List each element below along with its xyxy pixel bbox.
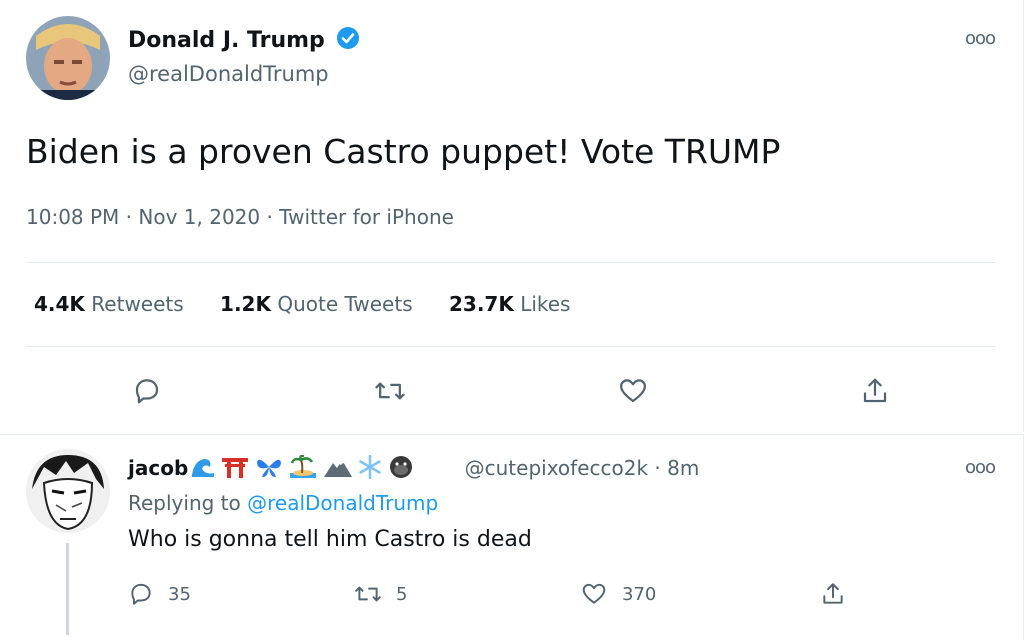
tweet-timestamp[interactable]: 10:08 PM · Nov 1, 2020 · Twitter for iPh… [26, 205, 454, 229]
reply-text: Who is gonna tell him Castro is dead [128, 527, 532, 552]
author-name[interactable]: Donald J. Trump [128, 26, 360, 56]
reply-share-button[interactable] [820, 579, 860, 609]
gorilla-emoji-icon [390, 456, 413, 478]
thread-line [66, 543, 69, 635]
retweet-icon [375, 382, 405, 400]
quotes-stat[interactable]: 1.2K Quote Tweets [220, 292, 413, 316]
share-icon [863, 378, 887, 403]
share-icon [823, 583, 843, 604]
replying-to: Replying to @realDonaldTrump [128, 491, 438, 515]
replying-mention[interactable]: @realDonaldTrump [247, 491, 438, 515]
divider [26, 262, 996, 263]
like-button[interactable] [616, 374, 650, 408]
reply-icon [135, 379, 159, 404]
reply-more-icon[interactable]: ooo [965, 457, 996, 478]
reply-button[interactable] [130, 374, 164, 408]
mountain-emoji-icon [324, 460, 353, 477]
replying-label: Replying to [128, 491, 241, 515]
butterfly-emoji-icon [257, 459, 282, 477]
snowflake-emoji-icon [359, 454, 382, 480]
reply-tweet: jacob @cutepixofecco2k · 8m ooo Replying… [0, 434, 1024, 640]
heart-icon [582, 583, 606, 604]
author-name-text[interactable]: Donald J. Trump [128, 28, 325, 53]
likes-count: 23.7K [448, 292, 514, 316]
name-emojis [190, 454, 458, 484]
reply-retweet-button[interactable]: 5 [354, 579, 407, 609]
likes-label: Likes [520, 292, 571, 316]
author-handle[interactable]: @realDonaldTrump [128, 62, 329, 86]
author-avatar[interactable] [26, 16, 110, 100]
reply-avatar[interactable] [26, 449, 110, 533]
retweet-icon [355, 586, 381, 602]
tweet-text: Biden is a proven Castro puppet! Vote TR… [26, 132, 781, 171]
reply-header: jacob @cutepixofecco2k · 8m [128, 454, 699, 484]
reply-like-button[interactable]: 370 [580, 579, 656, 609]
reply-author-name[interactable]: jacob [128, 456, 188, 480]
reply-count: 35 [168, 583, 191, 605]
tweet-stats: 4.4K Retweets 1.2K Quote Tweets 23.7K Li… [34, 292, 600, 316]
likes-stat[interactable]: 23.7K Likes [449, 292, 571, 316]
main-tweet: Donald J. Trump @realDonaldTrump ooo Bid… [0, 0, 1024, 432]
retweets-stat[interactable]: 4.4K Retweets [34, 292, 184, 316]
share-button[interactable] [858, 374, 892, 408]
verified-badge-icon [336, 26, 360, 56]
reply-author-handle[interactable]: @cutepixofecco2k [465, 456, 648, 480]
heart-icon [620, 379, 646, 403]
retweets-count: 4.4K [34, 292, 85, 316]
like-count: 370 [622, 583, 657, 605]
retweets-label: Retweets [91, 292, 184, 316]
retweet-button[interactable] [373, 374, 407, 408]
reply-time[interactable]: · 8m [654, 456, 699, 480]
island-emoji-icon [290, 454, 317, 478]
quotes-count: 1.2K [220, 292, 271, 316]
quotes-label: Quote Tweets [277, 292, 413, 316]
more-icon[interactable]: ooo [965, 28, 996, 49]
divider [26, 346, 996, 347]
torii-emoji-icon [222, 458, 249, 478]
reply-icon [131, 583, 151, 605]
wave-emoji-icon [192, 459, 215, 477]
reply-reply-button[interactable]: 35 [128, 579, 191, 609]
retweet-count: 5 [396, 583, 408, 605]
